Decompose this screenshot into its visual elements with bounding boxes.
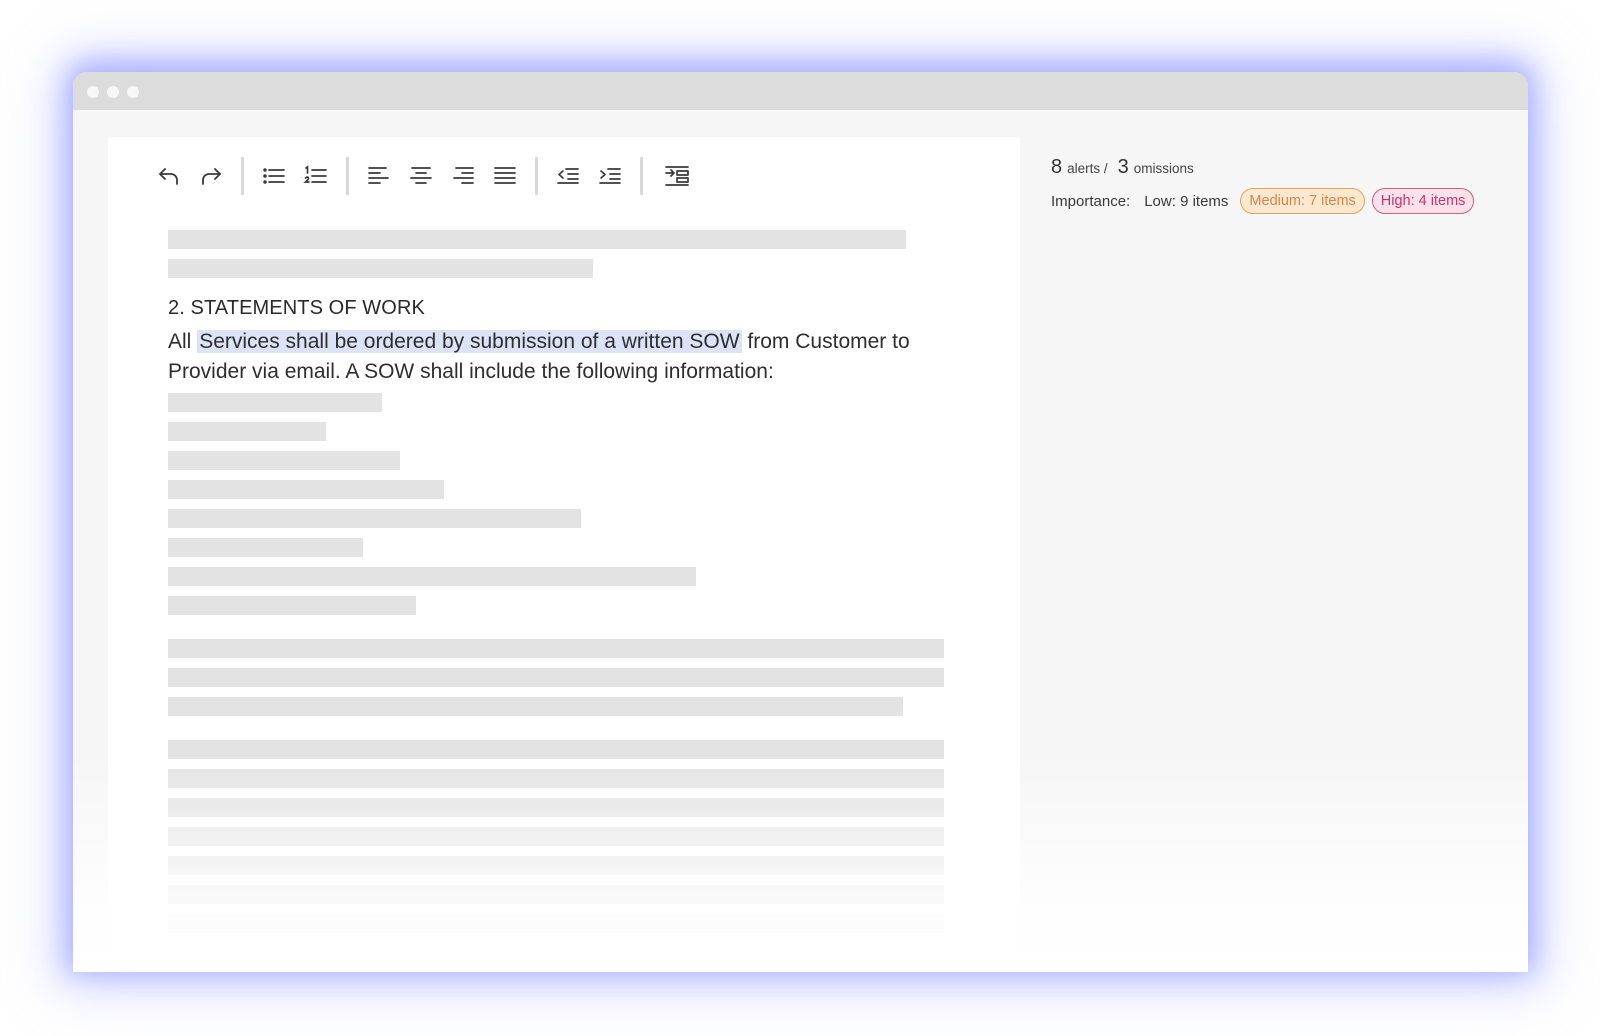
- undo-button[interactable]: [148, 156, 190, 196]
- text-placeholder-line: [168, 639, 944, 658]
- alerts-count: 8: [1051, 156, 1063, 178]
- toolbar-separator: [535, 157, 538, 195]
- bullet-list-icon: [263, 168, 285, 184]
- window-minimize-dot[interactable]: [107, 86, 119, 98]
- list-item-placeholder: [168, 596, 416, 615]
- numbered-list-button[interactable]: [295, 156, 337, 196]
- text-placeholder-line: [168, 697, 903, 716]
- section-paragraph: All Services shall be ordered by submiss…: [168, 327, 968, 387]
- high-importance-badge[interactable]: High: 4 items: [1371, 188, 1475, 214]
- highlighted-clause[interactable]: Services shall be ordered by submission …: [197, 330, 742, 353]
- list-item-placeholder: [168, 393, 382, 412]
- indent-icon: [599, 168, 621, 184]
- medium-importance-badge[interactable]: Medium: 7 items: [1240, 188, 1365, 214]
- paragraph-text-start: All: [168, 330, 198, 353]
- align-left-button[interactable]: [358, 156, 400, 196]
- document-editor: 2. STATEMENTS OF WORK All Services shall…: [108, 137, 1020, 972]
- text-placeholder-line: [168, 798, 944, 817]
- alert-counts: 8 alerts / 3 omissions: [1051, 156, 1204, 179]
- importance-label: Importance:: [1051, 192, 1131, 210]
- section-heading: 2. STATEMENTS OF WORK: [168, 297, 425, 319]
- align-justify-icon: [494, 167, 516, 184]
- redo-button[interactable]: [190, 156, 232, 196]
- omissions-label: omissions: [1133, 161, 1194, 176]
- text-placeholder-line: [168, 856, 944, 875]
- window-close-dot[interactable]: [87, 86, 99, 98]
- omissions-count: 3: [1117, 156, 1129, 178]
- text-placeholder-line: [168, 668, 944, 687]
- toolbar-separator: [241, 157, 244, 195]
- align-justify-button[interactable]: [484, 156, 526, 196]
- text-placeholder-line: [168, 885, 944, 904]
- align-center-icon: [410, 167, 432, 184]
- window-maximize-dot[interactable]: [127, 86, 139, 98]
- indent-button[interactable]: [589, 156, 631, 196]
- formatting-toolbar: [148, 155, 702, 197]
- text-placeholder-line: [168, 259, 593, 278]
- list-item-placeholder: [168, 567, 696, 586]
- alerts-label: alerts /: [1067, 161, 1108, 176]
- insert-clause-icon: [665, 166, 689, 186]
- align-left-icon: [368, 167, 389, 184]
- outdent-button[interactable]: [547, 156, 589, 196]
- text-placeholder-line: [168, 769, 944, 788]
- title-bar: [73, 72, 1528, 110]
- low-importance-filter[interactable]: Low: 9 items: [1144, 193, 1228, 210]
- list-item-placeholder: [168, 480, 444, 499]
- list-item-placeholder: [168, 509, 581, 528]
- insert-clause-button[interactable]: [652, 156, 702, 196]
- list-item-placeholder: [168, 538, 363, 557]
- toolbar-separator: [346, 157, 349, 195]
- importance-filter: Importance: Low: 9 items Medium: 7 items…: [1051, 188, 1481, 214]
- align-right-icon: [453, 167, 474, 184]
- app-window-wrapper: 2. STATEMENTS OF WORK All Services shall…: [73, 72, 1528, 972]
- list-item-placeholder: [168, 451, 400, 470]
- text-placeholder-line: [168, 740, 944, 759]
- outdent-icon: [557, 168, 579, 184]
- toolbar-separator: [640, 157, 643, 195]
- text-placeholder-line: [168, 827, 944, 846]
- align-center-button[interactable]: [400, 156, 442, 196]
- undo-icon: [159, 168, 178, 185]
- align-right-button[interactable]: [442, 156, 484, 196]
- redo-icon: [202, 168, 221, 185]
- bullet-list-button[interactable]: [253, 156, 295, 196]
- review-summary-panel: 8 alerts / 3 omissions Importance: Low: …: [1051, 156, 1475, 214]
- list-item-placeholder: [168, 422, 326, 441]
- text-placeholder-line: [168, 230, 906, 249]
- text-placeholder-line: [168, 914, 944, 933]
- app-window: 2. STATEMENTS OF WORK All Services shall…: [73, 72, 1528, 972]
- numbered-list-icon: [303, 165, 327, 183]
